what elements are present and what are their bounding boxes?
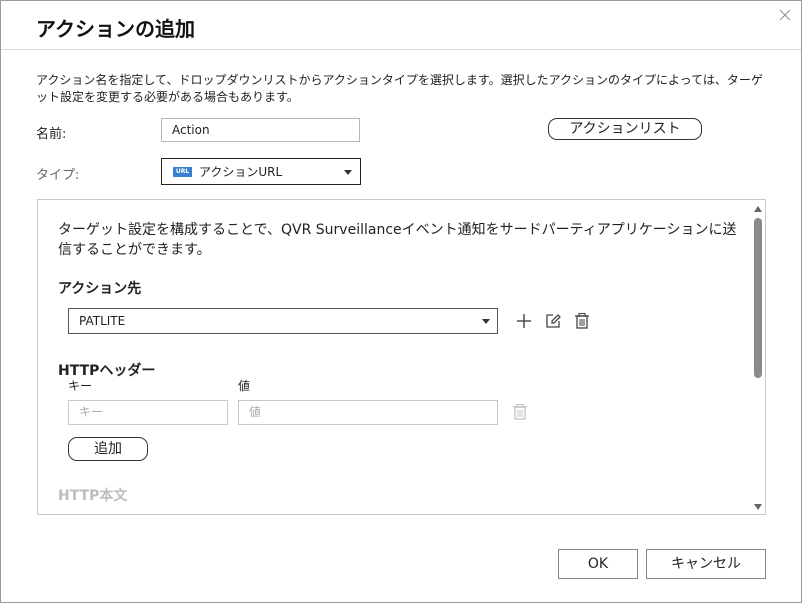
header-key-input[interactable]: キー — [68, 400, 228, 425]
scroll-down-icon[interactable] — [754, 504, 762, 510]
chevron-down-icon — [482, 319, 490, 324]
add-header-button[interactable]: 追加 — [68, 437, 148, 461]
name-input[interactable]: Action — [161, 118, 360, 142]
type-select[interactable]: URL アクションURL — [161, 158, 361, 185]
header-value-input[interactable]: 値 — [238, 400, 498, 425]
scrollbar-thumb[interactable] — [754, 218, 762, 378]
trash-icon[interactable] — [511, 403, 529, 421]
dialog-description: アクション名を指定して、ドロップダウンリストからアクションタイプを選択します。選… — [36, 73, 763, 104]
panel-description: ターゲット設定を構成することで、QVR Surveillanceイベント通知をサ… — [58, 222, 737, 258]
edit-icon[interactable] — [544, 312, 562, 330]
action-list-button[interactable]: アクションリスト — [548, 118, 702, 140]
destination-select[interactable]: PATLITE — [68, 308, 498, 334]
type-label: タイプ: — [36, 168, 80, 183]
target-settings-panel: ターゲット設定を構成することで、QVR Surveillanceイベント通知をサ… — [37, 199, 766, 515]
destination-heading: アクション先 — [58, 281, 142, 297]
plus-icon[interactable] — [515, 312, 533, 330]
close-icon[interactable] — [777, 7, 793, 23]
value-label: 値 — [238, 379, 251, 393]
name-label: 名前: — [36, 127, 67, 142]
panel-scrollbar[interactable] — [751, 200, 765, 514]
key-label: キー — [68, 379, 93, 393]
http-body-heading: HTTP本文 — [58, 488, 128, 504]
url-icon: URL — [173, 167, 192, 177]
scroll-up-icon[interactable] — [754, 206, 762, 212]
cancel-button[interactable]: キャンセル — [646, 549, 766, 579]
trash-icon[interactable] — [573, 312, 591, 330]
title-divider — [1, 49, 801, 50]
chevron-down-icon — [344, 170, 352, 175]
dialog-title: アクションの追加 — [36, 17, 195, 41]
destination-selected-value: PATLITE — [79, 314, 126, 328]
type-selected-value: アクションURL — [199, 165, 283, 179]
add-action-dialog: アクションの追加 アクション名を指定して、ドロップダウンリストからアクションタイ… — [0, 0, 802, 603]
ok-button[interactable]: OK — [558, 549, 638, 579]
